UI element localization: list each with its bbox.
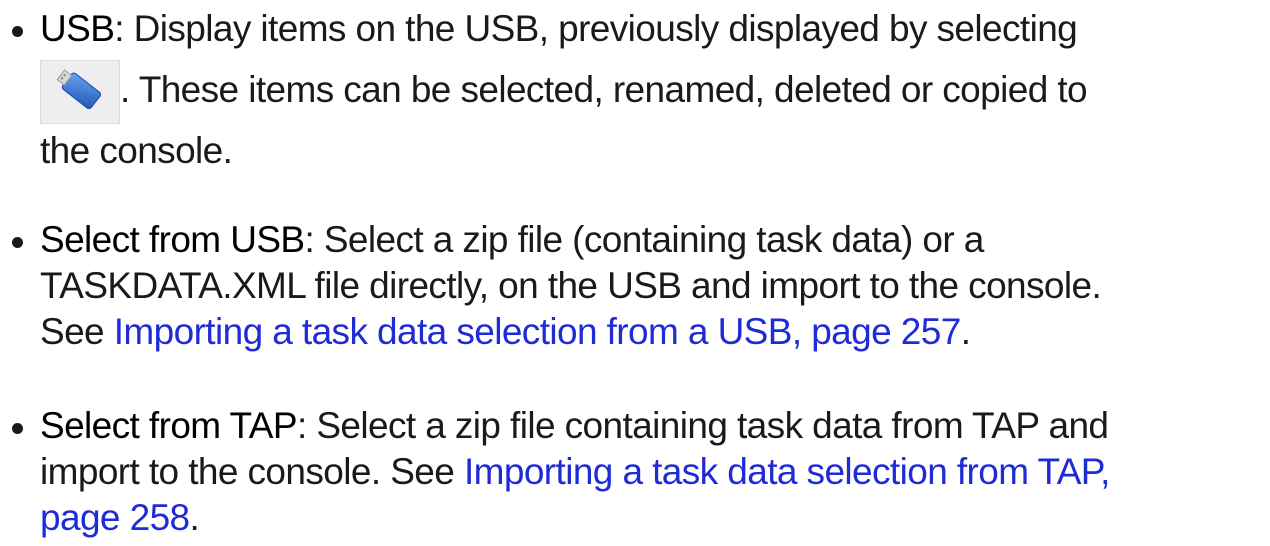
list-item-usb: USB: Display items on the USB, previousl… [0, 6, 1220, 174]
usb-line-2: . These items can be selected, renamed, … [40, 52, 1220, 128]
term-select-from-tap: Select from TAP [40, 405, 298, 446]
select-tap-description-continued: import to the console. See [40, 451, 464, 492]
list-item-select-from-usb: Select from USB: Select a zip file (cont… [0, 217, 1220, 355]
term-select-from-usb: Select from USB [40, 219, 305, 260]
link-import-from-tap[interactable]: Importing a task data selection from TAP… [464, 451, 1110, 492]
term-usb: USB [40, 8, 115, 49]
bullet-icon [12, 423, 23, 434]
see-label: See [40, 311, 114, 352]
usb-line-1: USB: Display items on the USB, previousl… [40, 6, 1220, 52]
list-item-select-from-tap: Select from TAP: Select a zip file conta… [0, 403, 1220, 541]
select-usb-line-1: Select from USB: Select a zip file (cont… [40, 217, 1220, 263]
select-usb-line-2: TASKDATA.XML file directly, on the USB a… [40, 265, 1102, 306]
bullet-icon [12, 237, 23, 248]
link-import-from-tap-page[interactable]: page 258 [40, 497, 190, 538]
select-usb-line-3: See Importing a task data selection from… [40, 309, 1220, 355]
select-tap-line-3: page 258. [40, 495, 1220, 541]
select-tap-line-2: import to the console. See Importing a t… [40, 449, 1220, 495]
select-tap-line-1: Select from TAP: Select a zip file conta… [40, 403, 1220, 449]
usb-description-continued: . These items can be selected, renamed, … [120, 69, 1088, 110]
usb-line-3: the console. [40, 130, 233, 171]
bullet-icon [12, 26, 23, 37]
usb-description: : Display items on the USB, previously d… [114, 8, 1078, 49]
period: . [189, 497, 200, 538]
select-tap-description: : Select a zip file containing task data… [296, 405, 1109, 446]
usb-drive-icon [40, 60, 120, 124]
period: . [960, 311, 971, 352]
link-import-from-usb[interactable]: Importing a task data selection from a U… [114, 311, 962, 352]
select-usb-description: : Select a zip file (containing task dat… [304, 219, 984, 260]
